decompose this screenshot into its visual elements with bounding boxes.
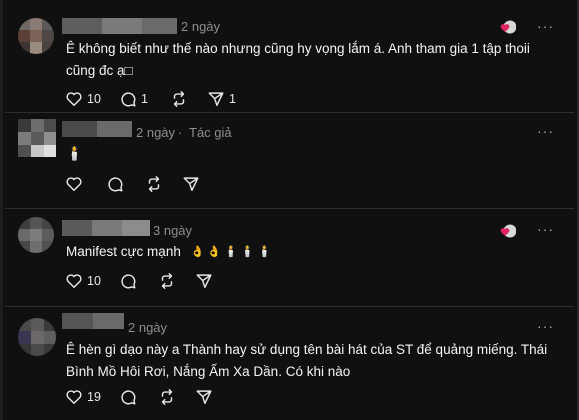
avatar[interactable] [18,217,54,253]
comment-icon [121,92,136,107]
like-button[interactable]: 19 [65,387,101,407]
reply-button[interactable] [119,387,137,407]
username-blurred[interactable] [62,121,132,137]
repost-button[interactable] [170,89,188,109]
like-button[interactable]: 10 [65,89,101,109]
more-options-icon[interactable]: ··· [537,318,554,334]
avatar[interactable] [18,119,56,157]
share-button[interactable] [182,174,200,194]
separator-dot: · [178,125,183,140]
repost-button[interactable] [158,271,176,291]
heart-icon [66,177,82,192]
reply-button[interactable] [106,174,124,194]
more-options-icon[interactable]: ··· [537,123,554,139]
author-tag: Tác giả [189,125,232,140]
comment-3: 3 ngày ··· Manifest cực mạnh 👌 👌 🕯️ 🕯️ 🕯… [0,208,579,306]
like-count: 10 [87,92,101,106]
share-icon [183,177,199,192]
comment-text-line-2: Bình Mồ Hôi Rơi, Nắng Ấm Xa Dần. Có khi … [66,364,351,379]
repost-icon [148,176,160,192]
timestamp: 2 ngày [136,125,176,140]
reply-button[interactable]: 1 [119,89,148,109]
like-count: 19 [87,390,101,404]
repost-button[interactable] [158,387,176,407]
comment-text: Manifest cực mạnh [66,244,181,259]
repost-icon [161,273,173,289]
comment-text-line-2: cũng đc ạ□ [66,63,133,78]
more-options-icon[interactable]: ··· [537,18,554,34]
comment-text-line-1: Ê hèn gì dạo này a Thành hay sử dụng tên… [66,342,548,357]
reply-button[interactable] [119,271,137,291]
liked-by-author-heart-icon [500,224,516,238]
comment-text-line-1: Manifest cực mạnh 👌 👌 🕯️ 🕯️ 🕯️ [66,241,271,263]
share-count: 1 [229,92,236,106]
comment-icon [121,274,136,289]
ok-hand-and-candle-emojis: 👌 👌 🕯️ 🕯️ 🕯️ [190,246,272,259]
username-blurred[interactable] [62,220,150,236]
liked-by-author-heart-icon [500,20,516,34]
like-button[interactable]: 10 [65,271,101,291]
share-icon [196,274,212,289]
repost-icon [161,389,173,405]
share-button[interactable]: 1 [207,89,236,109]
avatar[interactable] [18,318,56,356]
username-blurred[interactable] [62,18,177,34]
like-button[interactable] [65,174,83,194]
repost-icon [173,91,185,107]
comment-2: 2 ngày · Tác giả ··· 🕯️ [0,112,579,208]
timestamp: 2 ngày [181,19,221,34]
like-count: 10 [87,274,101,288]
heart-icon [66,390,82,405]
share-icon [208,92,224,107]
comment-icon [108,177,123,192]
repost-button[interactable] [145,174,163,194]
comment-icon [121,390,136,405]
comment-text-line-1: Ê không biết như thế nào nhưng cũng hy v… [66,41,530,56]
comment-1: 2 ngày ··· Ê không biết như thế nào nhưn… [0,0,579,112]
comment-4: 2 ngày ··· Ê hèn gì dạo này a Thành hay … [0,306,579,420]
comment-text-line-1: 🕯️ [66,146,83,161]
more-options-icon[interactable]: ··· [537,221,554,237]
reply-count: 1 [141,92,148,106]
timestamp: 3 ngày [153,223,193,238]
share-button[interactable] [195,387,213,407]
heart-icon [66,274,82,289]
timestamp: 2 ngày [128,320,168,335]
username-blurred[interactable] [62,313,124,329]
share-icon [196,390,212,405]
heart-icon [66,92,82,107]
share-button[interactable] [195,271,213,291]
avatar[interactable] [18,18,54,54]
